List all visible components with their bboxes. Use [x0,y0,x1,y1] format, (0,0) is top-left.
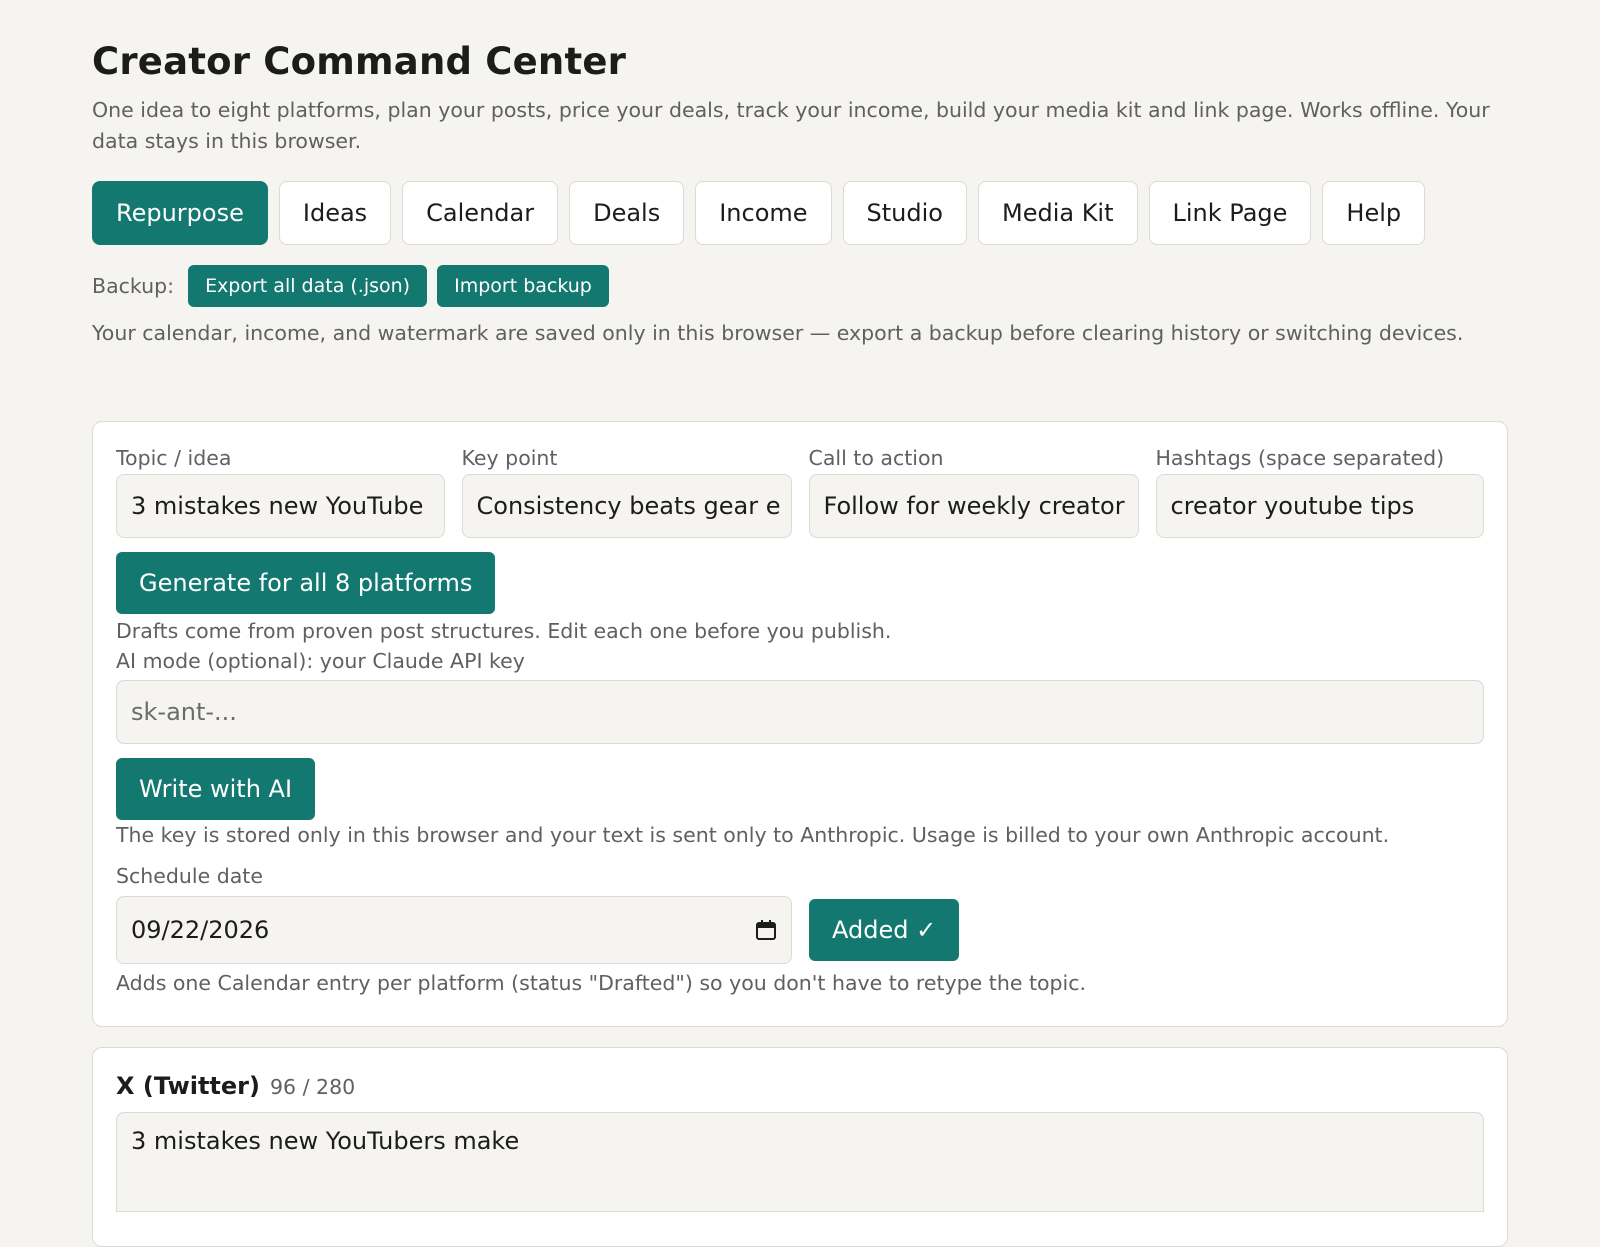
schedule-date-label: Schedule date [116,864,263,888]
api-key-input[interactable]: sk-ant-... [116,680,1484,744]
hashtags-label: Hashtags (space separated) [1155,446,1445,470]
tab-calendar[interactable]: Calendar [402,181,559,245]
backup-row: Backup: Export all data (.json) Import b… [92,265,1508,307]
tab-studio[interactable]: Studio [842,181,967,245]
character-count: 96 / 280 [270,1075,356,1099]
key-point-field-group: Key point Consistency beats gear e [461,442,792,538]
ai-key-label: AI mode (optional): your Claude API key [116,649,525,673]
page: Creator Command Center One idea to eight… [0,0,1600,1247]
repurpose-form-card: Topic / idea 3 mistakes new YouTube Key … [92,421,1508,1027]
import-backup-button[interactable]: Import backup [437,265,609,307]
tab-deals[interactable]: Deals [569,181,685,245]
tab-ideas[interactable]: Ideas [278,181,392,245]
schedule-row: 09/22/2026 Added ✓ [116,896,1484,964]
key-point-label: Key point [461,446,558,470]
backup-label: Backup: [92,274,175,298]
platform-draft-card: X (Twitter) 96 / 280 3 mistakes new YouT… [92,1047,1508,1247]
platform-name: X (Twitter) [116,1072,260,1100]
tab-bar: Repurpose Ideas Calendar Deals Income St… [92,181,1508,245]
cta-label: Call to action [808,446,944,470]
schedule-help-text: Adds one Calendar entry per platform (st… [116,971,1087,995]
cta-input[interactable]: Follow for weekly creator [808,474,1139,538]
calendar-icon[interactable] [755,919,777,941]
schedule-date-input[interactable]: 09/22/2026 [116,896,792,964]
hashtags-input[interactable]: creator youtube tips [1155,474,1484,538]
tab-media-kit[interactable]: Media Kit [977,181,1138,245]
ai-help-text: The key is stored only in this browser a… [116,823,1390,847]
draft-textarea[interactable]: 3 mistakes new YouTubers make [116,1112,1484,1212]
platform-header: X (Twitter) 96 / 280 [116,1072,1484,1100]
topic-field-group: Topic / idea 3 mistakes new YouTube [116,442,445,538]
topic-label: Topic / idea [116,446,232,470]
export-data-button[interactable]: Export all data (.json) [188,265,428,307]
page-subtitle: One idea to eight platforms, plan your p… [92,98,1490,153]
generate-row: Generate for all 8 platforms [116,552,1484,614]
write-with-ai-button[interactable]: Write with AI [116,758,316,820]
cta-field-group: Call to action Follow for weekly creator [808,442,1139,538]
tab-income[interactable]: Income [695,181,832,245]
added-button[interactable]: Added ✓ [809,899,960,961]
tab-help[interactable]: Help [1322,181,1426,245]
schedule-date-value: 09/22/2026 [131,916,270,944]
input-fields-row: Topic / idea 3 mistakes new YouTube Key … [116,442,1484,538]
ai-row: Write with AI [116,758,1484,820]
page-title: Creator Command Center [92,40,627,83]
backup-note: Your calendar, income, and watermark are… [92,321,1464,345]
tab-link-page[interactable]: Link Page [1148,181,1312,245]
key-point-input[interactable]: Consistency beats gear e [461,474,792,538]
tab-repurpose[interactable]: Repurpose [92,181,268,245]
hashtags-field-group: Hashtags (space separated) creator youtu… [1155,442,1484,538]
generate-button[interactable]: Generate for all 8 platforms [116,552,496,614]
drafts-help-text: Drafts come from proven post structures.… [116,619,892,643]
topic-input[interactable]: 3 mistakes new YouTube [116,474,445,538]
